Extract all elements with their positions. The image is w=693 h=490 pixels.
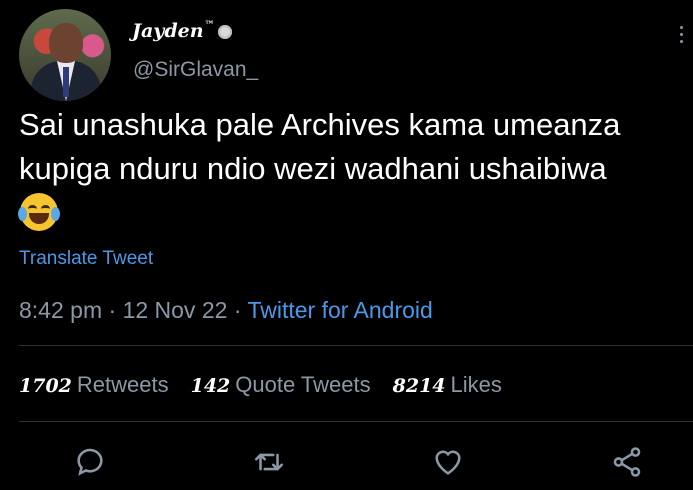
quotes-stat[interactable]: 142 Quote Tweets xyxy=(191,372,371,398)
share-icon[interactable] xyxy=(610,445,644,479)
likes-label: Likes xyxy=(450,372,502,397)
reply-icon[interactable] xyxy=(73,445,107,479)
user-handle[interactable]: @SirGlavan_ xyxy=(133,58,258,82)
quotes-count: 142 xyxy=(190,375,231,397)
avatar-tie xyxy=(63,67,69,97)
retweets-stat[interactable]: 1702 Retweets xyxy=(19,372,169,398)
display-name[interactable]: Jayden ™ xyxy=(132,20,232,42)
avatar-head xyxy=(49,23,83,63)
avatar[interactable] xyxy=(19,9,111,101)
meta-separator: · xyxy=(233,297,248,323)
quotes-label: Quote Tweets xyxy=(235,372,371,397)
tweet-date[interactable]: 12 Nov 22 xyxy=(123,297,228,323)
display-name-text: Jayden xyxy=(132,20,204,42)
heart-icon[interactable] xyxy=(431,445,465,479)
meta-separator: · xyxy=(108,297,123,323)
likes-count: 8214 xyxy=(392,375,446,397)
more-options-icon[interactable] xyxy=(680,26,684,47)
divider xyxy=(19,345,693,346)
trademark-mark: ™ xyxy=(204,20,215,31)
badge-icon xyxy=(217,25,232,39)
tweet-source[interactable]: Twitter for Android xyxy=(247,297,432,323)
tweet-time[interactable]: 8:42 pm xyxy=(19,297,102,323)
translate-tweet-link[interactable]: Translate Tweet xyxy=(19,248,153,270)
tweet-text: Sai unashuka pale Archives kama umeanza … xyxy=(19,107,621,186)
tweet-meta: 8:42 pm · 12 Nov 22 · Twitter for Androi… xyxy=(19,297,433,324)
likes-stat[interactable]: 8214 Likes xyxy=(393,372,502,398)
tweet-stats: 1702 Retweets 142 Quote Tweets 8214 Likes xyxy=(19,372,502,398)
retweet-icon[interactable] xyxy=(252,445,286,479)
retweets-label: Retweets xyxy=(76,372,169,397)
tears-of-joy-emoji-icon xyxy=(18,193,60,231)
retweets-count: 1702 xyxy=(19,375,72,397)
divider xyxy=(19,421,693,422)
